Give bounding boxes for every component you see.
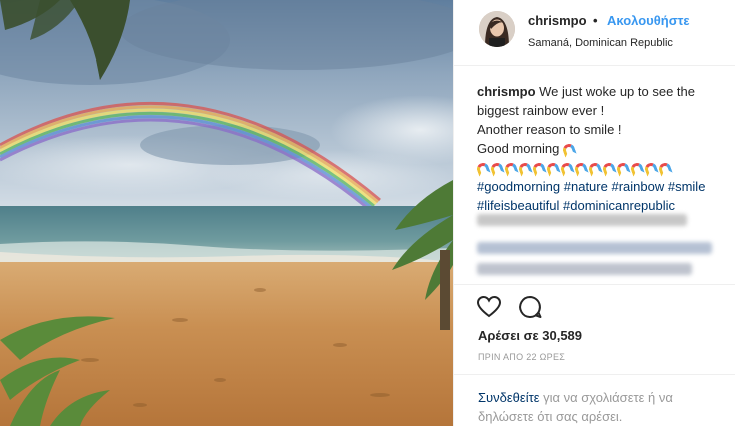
rainbow-emoji-icon <box>519 161 531 173</box>
rainbow-emoji-icon <box>505 161 517 173</box>
caption-text-line-2: biggest rainbow ever ! <box>477 103 605 118</box>
caption-text-line-3: Another reason to smile ! <box>477 122 622 137</box>
hashtag-row-2: #lifeisbeautiful #dominicanrepublic <box>477 196 727 215</box>
follow-button[interactable]: Ακολουθήστε <box>607 13 690 28</box>
blurred-comment <box>477 242 712 254</box>
post-sidebar: chrismpo • Ακολουθήστε Samaná, Dominican… <box>453 0 735 426</box>
heart-icon[interactable] <box>476 294 502 320</box>
rainbow-emoji-icon <box>491 161 503 173</box>
post-timestamp[interactable]: ΠΡΙΝ ΑΠΟ 22 ΩΡΕΣ <box>478 352 565 362</box>
likes-count[interactable]: Αρέσει σε 30,589 <box>478 328 582 343</box>
beach-rainbow-image <box>0 0 453 426</box>
comment-icon[interactable] <box>517 294 543 320</box>
caption-text-line-4: Good morning <box>477 141 560 156</box>
comment-login-prompt: Συνδεθείτε για να σχολιάσετε ή να δηλώσε… <box>454 374 735 426</box>
rainbow-emoji-icon <box>631 161 643 173</box>
rainbow-emoji-icon <box>533 161 545 173</box>
rainbow-emoji-icon <box>659 161 671 173</box>
rainbow-emoji-icon <box>561 161 573 173</box>
rainbow-emoji-icon <box>547 161 559 173</box>
post-photo[interactable] <box>0 0 453 426</box>
caption-username[interactable]: chrismpo <box>477 84 536 99</box>
blurred-comment <box>477 214 687 226</box>
hashtag-link[interactable]: #goodmorning <box>477 179 560 194</box>
profile-photo <box>479 11 515 47</box>
post-caption: chrismpo We just woke up to see the bigg… <box>477 82 727 215</box>
rainbow-emoji-icon <box>563 142 575 154</box>
hashtag-row-1: #goodmorning #nature #rainbow #smile <box>477 177 727 196</box>
post-header: chrismpo • Ακολουθήστε Samaná, Dominican… <box>454 0 735 66</box>
rainbow-emoji-icon <box>645 161 657 173</box>
caption-text-line-1: We just woke up to see the <box>539 84 695 99</box>
rainbow-emoji-icon <box>617 161 629 173</box>
hashtag-link[interactable]: #rainbow <box>611 179 664 194</box>
rainbow-emoji-icon <box>575 161 587 173</box>
rainbow-emoji-icon <box>603 161 615 173</box>
hashtag-link[interactable]: #smile <box>668 179 706 194</box>
post-username[interactable]: chrismpo <box>528 13 587 28</box>
hashtag-link[interactable]: #dominicanrepublic <box>563 198 675 213</box>
hashtag-link[interactable]: #lifeisbeautiful <box>477 198 559 213</box>
blurred-comment <box>477 263 692 275</box>
login-link[interactable]: Συνδεθείτε <box>478 390 540 405</box>
hashtag-link[interactable]: #nature <box>564 179 608 194</box>
avatar[interactable] <box>479 11 515 47</box>
post-actions: Αρέσει σε 30,589 ΠΡΙΝ ΑΠΟ 22 ΩΡΕΣ <box>454 284 735 374</box>
separator-dot: • <box>593 13 598 28</box>
post-location[interactable]: Samaná, Dominican Republic <box>528 37 673 49</box>
rainbow-emoji-row <box>477 158 727 177</box>
rainbow-emoji-icon <box>589 161 601 173</box>
rainbow-emoji-icon <box>477 161 489 173</box>
